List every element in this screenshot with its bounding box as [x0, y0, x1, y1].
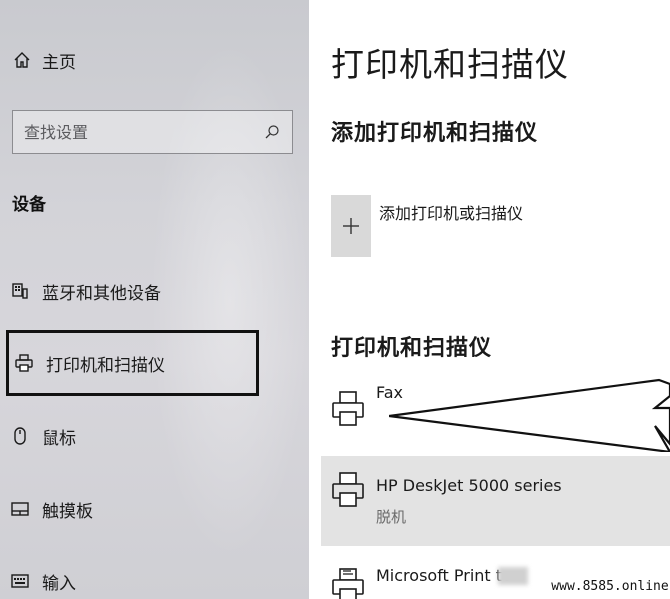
sidebar-item-label: 打印机和扫描仪	[46, 355, 165, 376]
sidebar-item-mouse[interactable]: 鼠标	[6, 405, 259, 467]
add-printer-label[interactable]: 添加打印机或扫描仪	[379, 200, 523, 224]
sidebar-item-touchpad[interactable]: 触摸板	[6, 478, 259, 540]
sidebar-item-bluetooth[interactable]: 蓝牙和其他设备	[6, 260, 259, 322]
keyboard-icon	[11, 574, 29, 588]
page-title: 打印机和扫描仪	[331, 45, 569, 84]
search-input[interactable]	[24, 122, 264, 142]
device-status: 脱机	[376, 508, 407, 526]
device-item-hp-deskjet[interactable]: HP DeskJet 5000 series 脱机	[321, 456, 670, 546]
annotation-arrow	[389, 378, 670, 452]
blur-smudge	[498, 567, 528, 585]
pdf-printer-icon	[332, 568, 364, 599]
printer-icon	[332, 391, 364, 426]
sidebar-item-typing[interactable]: 输入	[6, 550, 259, 599]
main-content: 打印机和扫描仪 添加打印机和扫描仪 添加打印机或扫描仪 打印机和扫描仪 Fax …	[309, 0, 670, 599]
add-section-title: 添加打印机和扫描仪	[331, 121, 539, 146]
device-name: Microsoft Print to	[376, 566, 512, 585]
add-printer-button[interactable]	[331, 195, 371, 257]
sidebar-home[interactable]: 主页	[12, 47, 76, 73]
watermark: www.8585.online	[550, 573, 670, 599]
sidebar-item-label: 蓝牙和其他设备	[42, 283, 161, 304]
plus-icon	[343, 218, 359, 234]
section-title-devices: 设备	[12, 195, 46, 215]
touchpad-icon	[11, 502, 29, 516]
settings-sidebar: 主页 设备 蓝牙和其他设备 打印机和扫描仪 鼠标	[0, 0, 310, 599]
device-name: HP DeskJet 5000 series	[376, 476, 562, 495]
mouse-icon	[14, 427, 26, 445]
search-icon[interactable]	[264, 124, 280, 140]
printer-icon	[15, 354, 33, 372]
sidebar-item-label: 触摸板	[42, 501, 93, 522]
printer-list-title: 打印机和扫描仪	[331, 336, 493, 361]
bluetooth-devices-icon	[12, 283, 28, 299]
sidebar-item-label: 输入	[42, 573, 76, 594]
printer-icon	[332, 472, 364, 507]
search-box[interactable]	[12, 110, 293, 154]
home-icon	[14, 52, 30, 68]
sidebar-home-label: 主页	[42, 52, 76, 73]
sidebar-item-label: 鼠标	[42, 428, 76, 449]
sidebar-item-printers[interactable]: 打印机和扫描仪	[6, 330, 259, 396]
